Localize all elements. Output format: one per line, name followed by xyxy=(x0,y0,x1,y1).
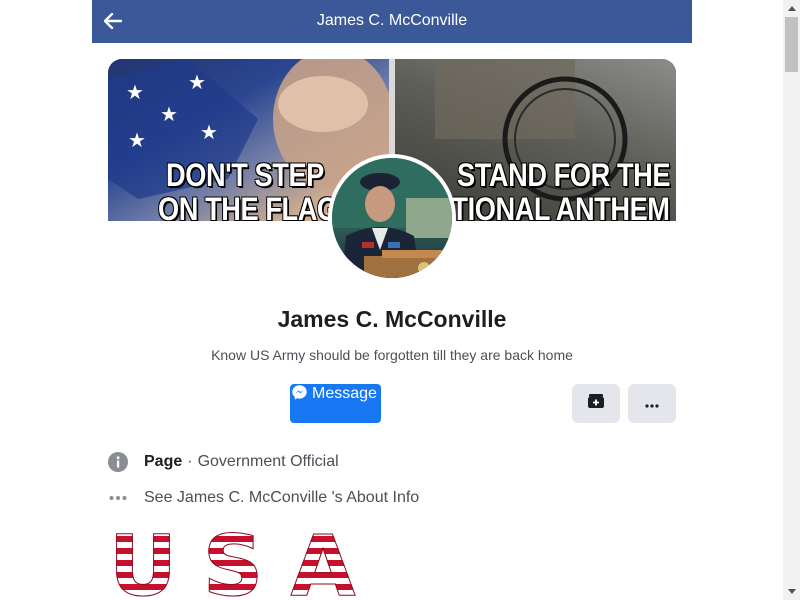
photo-letter: U xyxy=(108,530,178,600)
cover-text-line: DON'T STEP xyxy=(166,157,324,193)
message-button-label: Message xyxy=(312,385,377,402)
save-page-button[interactable] xyxy=(572,384,620,423)
svg-text:★: ★ xyxy=(126,82,144,104)
scrollbar-thumb[interactable] xyxy=(785,17,798,72)
page-type-label: Page xyxy=(144,453,183,470)
photo-thumbnail[interactable]: S xyxy=(198,530,268,600)
top-bar: James C. McConville xyxy=(92,0,692,43)
page-category-row: Page · Government Official xyxy=(108,450,339,474)
svg-text:★: ★ xyxy=(160,104,178,126)
photo-thumbnail[interactable]: A xyxy=(288,530,358,600)
more-options-button[interactable] xyxy=(628,384,676,423)
messenger-icon xyxy=(291,384,308,406)
scroll-up-arrow-icon[interactable] xyxy=(783,0,800,17)
svg-text:★: ★ xyxy=(128,130,146,152)
page-category: Government Official xyxy=(197,453,339,470)
cover-text-line: STAND FOR THE xyxy=(457,157,671,193)
about-info-link[interactable]: See James C. McConville 's About Info xyxy=(144,489,419,507)
separator-dot: · xyxy=(187,453,193,470)
message-button[interactable]: Message xyxy=(290,384,381,423)
about-info-row[interactable]: See James C. McConville 's About Info xyxy=(108,486,419,510)
profile-avatar[interactable] xyxy=(328,154,456,282)
avatar-image xyxy=(332,158,452,278)
ellipsis-icon xyxy=(108,488,128,508)
more-icon xyxy=(645,395,659,413)
photo-letter: S xyxy=(198,530,268,600)
svg-text:★: ★ xyxy=(188,72,206,94)
profile-bio: Know US Army should be forgotten till th… xyxy=(211,347,573,363)
page-title: James C. McConville xyxy=(316,12,468,29)
cover-text-line: ON THE FLAG xyxy=(158,191,338,221)
photo-thumbnail[interactable]: U xyxy=(108,530,178,600)
svg-text:★: ★ xyxy=(200,122,218,144)
page-view: James C. McConville ★ ★ ★ ★ ★ DON'T STEP… xyxy=(92,0,692,600)
bookmark-plus-icon xyxy=(587,392,605,415)
profile-name: James C. McConville xyxy=(277,306,507,332)
photo-letter: A xyxy=(288,530,358,600)
scrollbar[interactable] xyxy=(783,0,800,600)
info-icon xyxy=(108,452,128,472)
scroll-down-arrow-icon[interactable] xyxy=(783,583,800,600)
